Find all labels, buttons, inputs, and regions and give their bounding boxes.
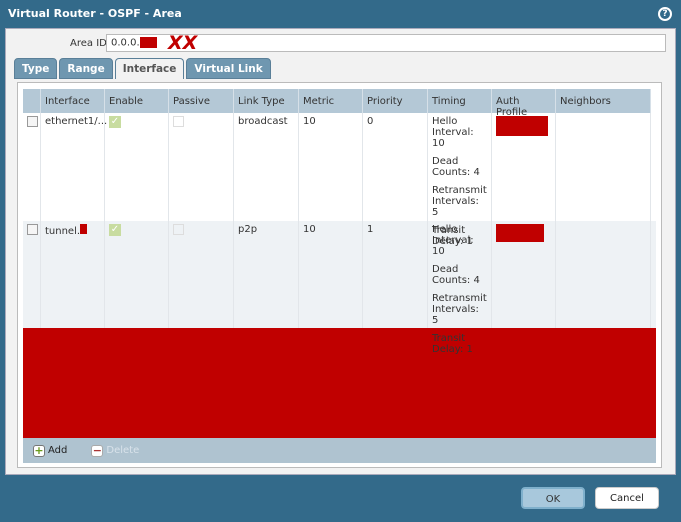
redacted-auth-profile xyxy=(496,224,544,242)
col-neighbors[interactable]: Neighbors xyxy=(556,89,651,113)
tab-type[interactable]: Type xyxy=(14,58,58,79)
interface-name[interactable]: ethernet1/... xyxy=(41,113,107,221)
delete-button: − Delete xyxy=(91,443,140,457)
tab-interface[interactable]: Interface xyxy=(114,58,185,79)
interface-name[interactable]: tunnel. xyxy=(41,221,105,328)
minus-icon: − xyxy=(91,443,104,457)
link-type: broadcast xyxy=(234,113,299,221)
col-priority[interactable]: Priority xyxy=(363,89,428,113)
col-auth-profile[interactable]: Auth Profile xyxy=(492,89,556,118)
annotation: XX xyxy=(168,32,198,54)
priority: 1 xyxy=(363,221,428,328)
table-row[interactable]: tunnel. ✓ p2p 10 1 Hello Interval: 10 Dea… xyxy=(23,221,656,355)
col-interface[interactable]: Interface xyxy=(41,89,105,113)
timing: Hello Interval: 10 Dead Counts: 4 Retransm… xyxy=(428,221,492,355)
table-row[interactable]: ethernet1/... ✓ broadcast 10 0 Hello Int… xyxy=(23,113,656,247)
add-button[interactable]: + Add xyxy=(33,443,67,457)
interface-table: Interface Enable Passive Link Type Metri… xyxy=(23,89,656,463)
timing: Hello Interval: 10 Dead Counts: 4 Retransm… xyxy=(428,113,492,247)
plus-icon: + xyxy=(33,443,45,457)
redacted-area xyxy=(23,328,656,438)
dialog-title: Virtual Router - OSPF - Area xyxy=(8,7,182,20)
tab-virtual-link[interactable]: Virtual Link xyxy=(186,58,271,79)
priority: 0 xyxy=(363,113,428,221)
ok-button[interactable]: OK xyxy=(521,487,585,509)
col-passive[interactable]: Passive xyxy=(169,89,234,113)
col-link-type[interactable]: Link Type xyxy=(234,89,299,113)
area-id-label: Area ID xyxy=(70,38,107,49)
passive-checkbox xyxy=(173,224,184,235)
passive-checkbox xyxy=(173,116,184,127)
col-enable[interactable]: Enable xyxy=(105,89,169,113)
link-type: p2p xyxy=(234,221,299,328)
enabled-check-icon: ✓ xyxy=(109,116,121,128)
col-metric[interactable]: Metric xyxy=(299,89,363,113)
row-checkbox[interactable] xyxy=(27,116,38,127)
metric: 10 xyxy=(299,221,363,328)
metric: 10 xyxy=(299,113,363,221)
table-header: Interface Enable Passive Link Type Metri… xyxy=(23,89,656,118)
row-checkbox[interactable] xyxy=(27,224,38,235)
dialog-body: Area ID 0.0.0. XX Type Range Interface V… xyxy=(5,28,676,475)
redacted-auth-profile xyxy=(496,116,548,136)
help-icon[interactable]: ? xyxy=(658,7,672,21)
enabled-check-icon: ✓ xyxy=(109,224,121,236)
col-timing[interactable]: Timing xyxy=(428,89,492,113)
tab-range[interactable]: Range xyxy=(59,58,113,79)
cancel-button[interactable]: Cancel xyxy=(595,487,659,509)
